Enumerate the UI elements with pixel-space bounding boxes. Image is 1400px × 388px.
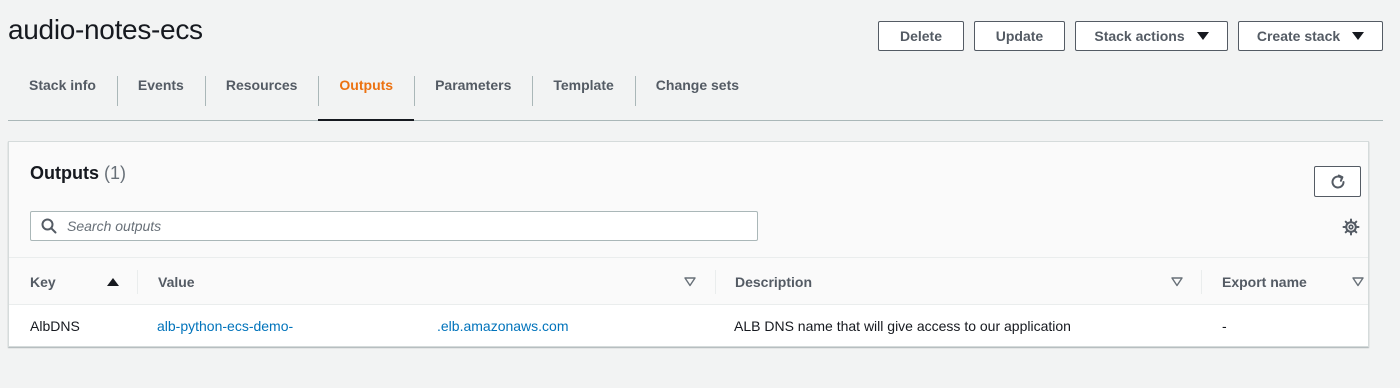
create-stack-label: Create stack: [1256, 28, 1341, 44]
tab-label: Events: [137, 77, 184, 93]
gear-icon: [1342, 218, 1360, 236]
output-key: AlbDNS: [30, 317, 80, 334]
update-button-label: Update: [995, 28, 1044, 44]
outputs-title: Outputs (1): [30, 163, 126, 184]
search-outputs-input[interactable]: [67, 218, 747, 234]
column-divider: [715, 270, 716, 294]
tab-label: Change sets: [655, 77, 740, 93]
column-header-value[interactable]: Value: [158, 258, 698, 305]
tab-stack-info[interactable]: Stack info: [8, 72, 117, 120]
table-settings-button[interactable]: [1342, 218, 1360, 241]
output-value-link-start[interactable]: alb-python-ecs-demo-: [157, 305, 293, 346]
search-icon: [41, 218, 57, 234]
tab-label: Template: [553, 77, 614, 93]
column-divider: [137, 270, 138, 294]
column-header-export-name[interactable]: Export name: [1222, 258, 1366, 305]
tab-change-sets[interactable]: Change sets: [634, 72, 760, 120]
search-outputs-field[interactable]: [30, 211, 758, 241]
caret-down-icon: [1352, 32, 1365, 40]
output-value-link-end[interactable]: .elb.amazonaws.com: [437, 305, 569, 346]
refresh-button[interactable]: [1314, 166, 1361, 197]
tab-label: Parameters: [435, 77, 512, 93]
tab-parameters[interactable]: Parameters: [414, 72, 532, 120]
tab-resources[interactable]: Resources: [204, 72, 319, 120]
tab-events[interactable]: Events: [116, 72, 205, 120]
column-divider: [1201, 270, 1202, 294]
outputs-count: (1): [104, 163, 127, 183]
tab-template[interactable]: Template: [532, 72, 634, 120]
create-stack-button[interactable]: Create stack: [1238, 21, 1383, 51]
page-title: audio-notes-ecs: [8, 14, 203, 45]
stack-tabs: Stack info Events Resources Outputs Para…: [8, 72, 1383, 121]
column-key-label: Key: [30, 273, 56, 290]
outputs-table-header: Key Value Description Export name: [9, 257, 1368, 305]
column-value-label: Value: [158, 273, 195, 290]
output-description: ALB DNS name that will give access to ou…: [734, 317, 1071, 334]
tab-outputs[interactable]: Outputs: [318, 72, 414, 121]
tab-label: Resources: [225, 77, 298, 93]
refresh-icon: [1331, 174, 1345, 188]
table-row: AlbDNS alb-python-ecs-demo- .elb.amazona…: [9, 305, 1368, 346]
delete-button-label: Delete: [899, 28, 943, 44]
header-actions: Delete Update Stack actions Create stack: [878, 21, 1383, 51]
outputs-panel-header: Outputs (1): [9, 142, 1368, 257]
stack-actions-button[interactable]: Stack actions: [1075, 21, 1228, 51]
outputs-panel: Outputs (1) Search outputs Key Value Des…: [8, 141, 1369, 347]
sort-caret-down-icon: [684, 277, 696, 287]
delete-button[interactable]: Delete: [878, 21, 964, 51]
outputs-title-text: Outputs: [30, 163, 99, 183]
caret-down-icon: [1196, 32, 1209, 40]
stack-actions-label: Stack actions: [1094, 28, 1185, 44]
column-header-description[interactable]: Description: [735, 258, 1185, 305]
sort-caret-down-icon: [1352, 277, 1364, 287]
sort-ascending-icon: [107, 278, 119, 286]
column-description-label: Description: [735, 273, 813, 290]
column-export-name-label: Export name: [1222, 273, 1307, 290]
tab-label: Stack info: [29, 77, 96, 93]
tab-label: Outputs: [339, 77, 394, 93]
column-header-key[interactable]: Key: [30, 258, 125, 305]
sort-caret-down-icon: [1171, 277, 1183, 287]
output-export-name: -: [1222, 317, 1227, 334]
update-button[interactable]: Update: [974, 21, 1065, 51]
